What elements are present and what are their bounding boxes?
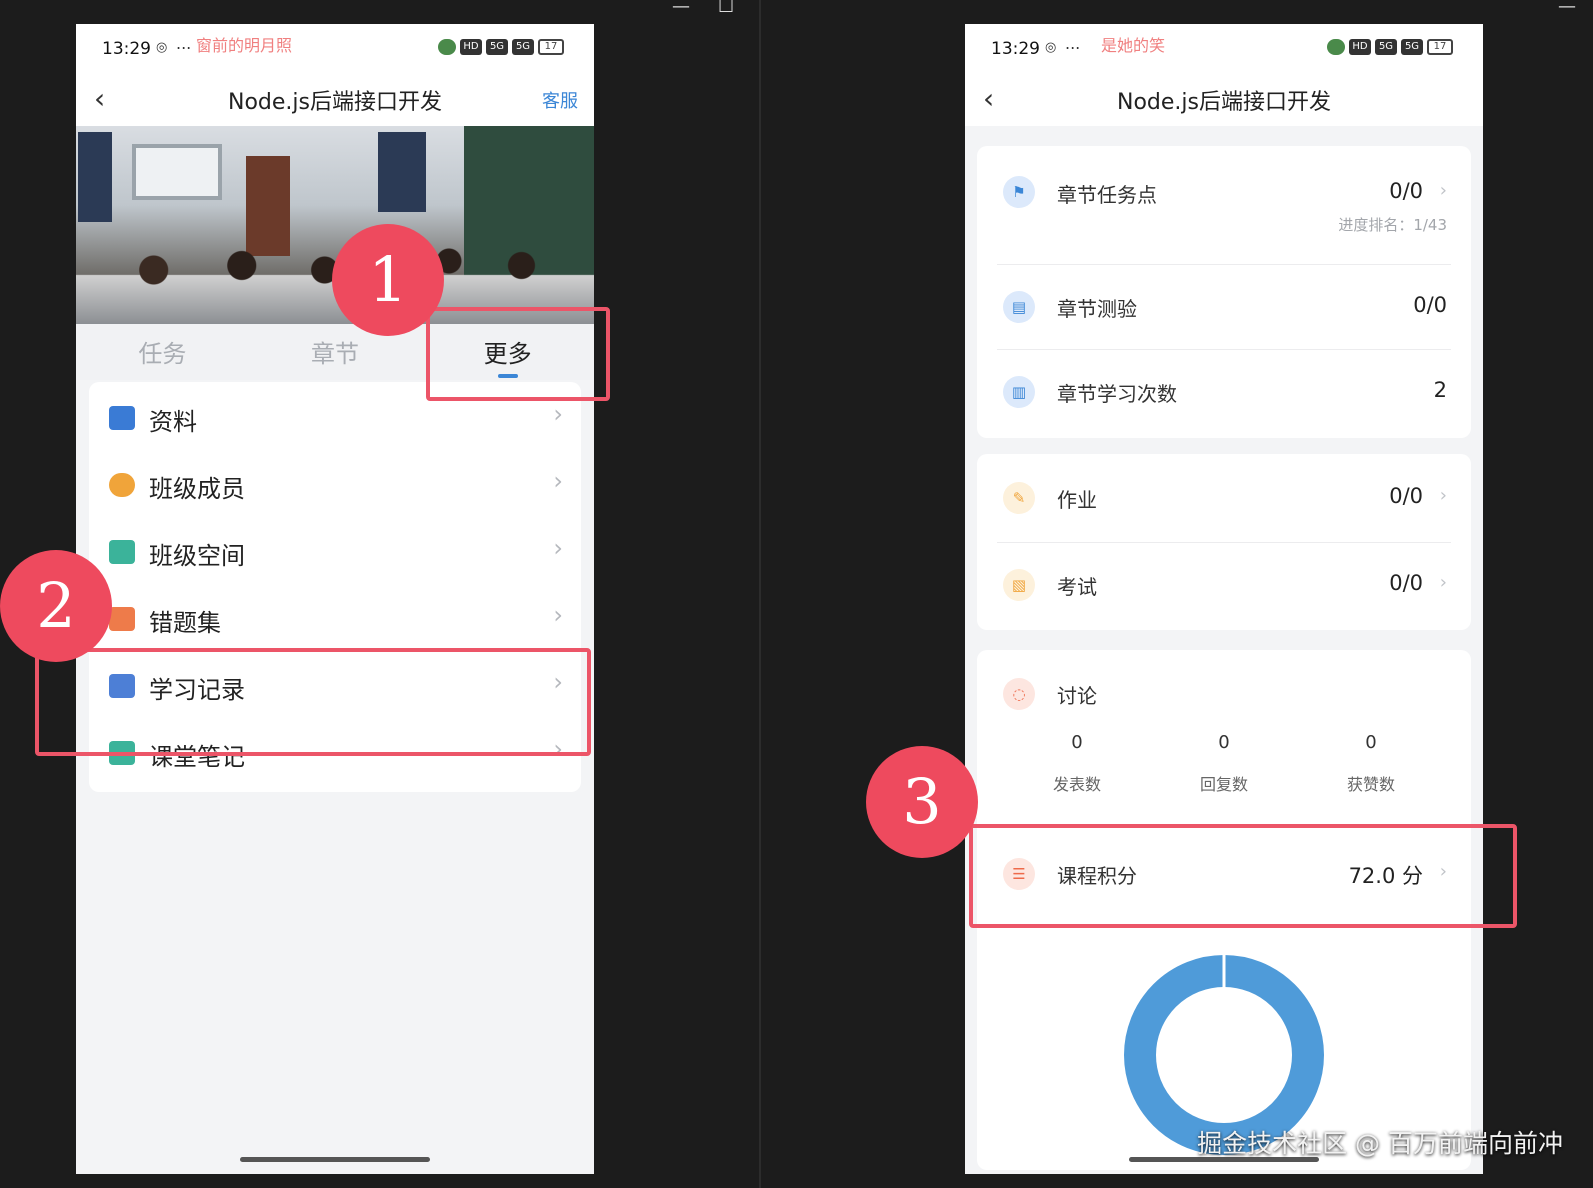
row-value: 0/0 bbox=[1389, 571, 1423, 595]
stat-number: 0 bbox=[1071, 732, 1083, 753]
left-phone-screen: 13:29 ◎ ... 窗前的明月照 HD 5G 5G 17 ‹ Node.js… bbox=[76, 24, 594, 1174]
exam-icon: ▧ bbox=[1003, 569, 1035, 601]
row-chapter-study-count: ▥ 章节学习次数 2 bbox=[977, 350, 1471, 436]
watermark: 掘金技术社区 @ 百万前端向前冲 bbox=[1197, 1129, 1563, 1158]
stat-number: 0 bbox=[1365, 732, 1377, 753]
battery-icon: 17 bbox=[1427, 39, 1453, 55]
status-icons: HD 5G 5G 17 bbox=[1327, 39, 1453, 55]
status-bar: 13:29 ◎ ... 是她的笑 HD 5G 5G 17 bbox=[965, 24, 1483, 74]
banner-window bbox=[132, 144, 222, 200]
hd-icon: HD bbox=[1349, 39, 1371, 55]
right-phone-screen: 13:29 ◎ ... 是她的笑 HD 5G 5G 17 ‹ Node.js后端… bbox=[965, 24, 1483, 1174]
row-label: 章节测验 bbox=[1057, 297, 1137, 321]
home-indicator[interactable] bbox=[240, 1157, 430, 1162]
step-badge-2: 2 bbox=[0, 550, 112, 662]
row-value: 0/0 bbox=[1389, 179, 1423, 203]
row-chapter-quiz: ▤ 章节测验 0/0 bbox=[977, 265, 1471, 349]
more-dots-icon: ... bbox=[176, 34, 192, 53]
banner-poster bbox=[78, 132, 112, 222]
nav-bar: ‹ Node.js后端接口开发 bbox=[965, 74, 1483, 126]
menu-item-class-space[interactable]: 班级空间 › bbox=[89, 520, 581, 586]
stat-replies: 0 回复数 bbox=[1164, 732, 1284, 795]
quiz-icon: ▤ bbox=[1003, 291, 1035, 323]
chevron-right-icon: › bbox=[553, 400, 563, 428]
more-dots-icon: ... bbox=[1065, 34, 1081, 53]
members-icon bbox=[109, 473, 135, 497]
banner-poster-2 bbox=[378, 132, 426, 212]
menu-label: 班级空间 bbox=[149, 542, 245, 570]
row-value: 0/0 bbox=[1413, 293, 1447, 317]
row-label: 考试 bbox=[1057, 575, 1097, 599]
row-label: 章节学习次数 bbox=[1057, 382, 1177, 406]
folder-icon bbox=[109, 406, 135, 430]
tab-tasks[interactable]: 任务 bbox=[76, 324, 249, 380]
chevron-right-icon: › bbox=[1439, 180, 1447, 201]
menu-item-class-members[interactable]: 班级成员 › bbox=[89, 453, 581, 519]
chat-icon bbox=[109, 540, 135, 564]
highlight-box-course-points bbox=[969, 824, 1517, 928]
chevron-right-icon: › bbox=[553, 601, 563, 629]
menu-label: 资料 bbox=[149, 408, 197, 436]
app-status-icon bbox=[438, 39, 456, 55]
signal-icon: 5G bbox=[486, 39, 508, 55]
chevron-right-icon: › bbox=[553, 534, 563, 562]
discussion-icon: ◌ bbox=[1003, 678, 1035, 710]
nav-bar: ‹ Node.js后端接口开发 客服 bbox=[76, 74, 594, 126]
sync-icon: ◎ bbox=[156, 40, 168, 55]
status-time: 13:29 bbox=[991, 39, 1040, 59]
row-discussion: ◌ 讨论 bbox=[977, 650, 1471, 730]
customer-service-link[interactable]: 客服 bbox=[542, 87, 578, 113]
status-icons: HD 5G 5G 17 bbox=[438, 39, 564, 55]
highlight-box-study-record bbox=[35, 648, 591, 756]
stat-label: 发表数 bbox=[1052, 775, 1101, 794]
status-notice: 窗前的明月照 bbox=[196, 36, 293, 55]
row-chapter-tasks[interactable]: ⚑ 章节任务点 0/0 › 进度排名：1/43 bbox=[977, 146, 1471, 264]
row-value: 2 bbox=[1433, 378, 1447, 402]
chevron-right-icon: › bbox=[1439, 485, 1447, 506]
row-label: 讨论 bbox=[1057, 684, 1097, 708]
row-exam[interactable]: ▧ 考试 0/0 › bbox=[977, 543, 1471, 629]
signal-icon: 5G bbox=[1375, 39, 1397, 55]
battery-icon: 17 bbox=[538, 39, 564, 55]
status-notice: 是她的笑 bbox=[1101, 36, 1166, 55]
stat-likes: 0 获赞数 bbox=[1311, 732, 1431, 795]
highlight-box-more-tab bbox=[426, 307, 610, 401]
flag-icon: ⚑ bbox=[1003, 176, 1035, 208]
sync-icon: ◎ bbox=[1045, 40, 1057, 55]
stat-label: 获赞数 bbox=[1346, 775, 1395, 794]
chevron-right-icon: › bbox=[1439, 572, 1447, 593]
hd-icon: HD bbox=[460, 39, 482, 55]
assignments-card: ✎ 作业 0/0 › ▧ 考试 0/0 › bbox=[977, 454, 1471, 630]
signal-icon-2: 5G bbox=[512, 39, 534, 55]
status-time: 13:29 bbox=[102, 39, 151, 59]
progress-rank: 进度排名：1/43 bbox=[1338, 216, 1447, 234]
status-bar: 13:29 ◎ ... 窗前的明月照 HD 5G 5G 17 bbox=[76, 24, 594, 74]
menu-item-mistakes[interactable]: 错题集 › bbox=[89, 587, 581, 653]
stat-number: 0 bbox=[1218, 732, 1230, 753]
app-status-icon bbox=[1327, 39, 1345, 55]
menu-label: 班级成员 bbox=[149, 475, 245, 503]
minimize-icon-right[interactable]: — bbox=[1558, 0, 1576, 17]
row-value: 0/0 bbox=[1389, 484, 1423, 508]
chevron-right-icon: › bbox=[553, 467, 563, 495]
chapter-stats-card: ⚑ 章节任务点 0/0 › 进度排名：1/43 ▤ 章节测验 0/0 ▥ 章节学… bbox=[977, 146, 1471, 438]
minimize-icon[interactable]: — bbox=[672, 0, 690, 17]
row-label: 章节任务点 bbox=[1057, 183, 1157, 207]
menu-label: 错题集 bbox=[149, 609, 221, 637]
step-badge-1: 1 bbox=[332, 224, 444, 336]
mistakes-icon bbox=[109, 607, 135, 631]
step-badge-3: 3 bbox=[866, 746, 978, 858]
homework-icon: ✎ bbox=[1003, 482, 1035, 514]
maximize-icon[interactable]: ☐ bbox=[718, 0, 734, 17]
donut-ring bbox=[1124, 955, 1324, 1155]
row-label: 作业 bbox=[1057, 488, 1097, 512]
window-divider bbox=[759, 0, 761, 1188]
row-homework[interactable]: ✎ 作业 0/0 › bbox=[977, 454, 1471, 542]
stat-label: 回复数 bbox=[1199, 775, 1248, 794]
signal-icon-2: 5G bbox=[1401, 39, 1423, 55]
page-title: Node.js后端接口开发 bbox=[1117, 90, 1331, 115]
bar-chart-icon: ▥ bbox=[1003, 376, 1035, 408]
page-title: Node.js后端接口开发 bbox=[228, 90, 442, 115]
stat-posts: 0 发表数 bbox=[1017, 732, 1137, 795]
